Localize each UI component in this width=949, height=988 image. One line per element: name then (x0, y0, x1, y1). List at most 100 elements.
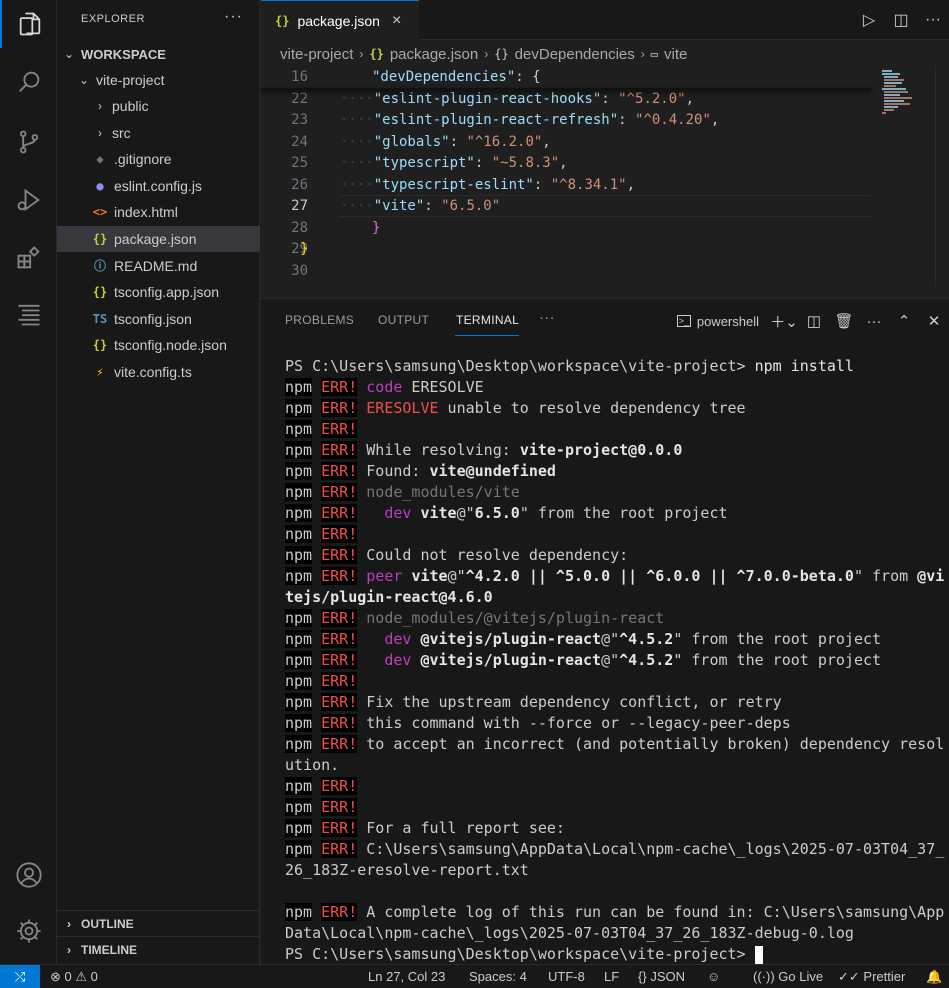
error-tag: ERR! (321, 441, 358, 459)
terminal-text: @" (447, 567, 466, 585)
file-item[interactable]: {} package.json (57, 226, 260, 252)
split-editor-icon[interactable]: ◫ (885, 10, 917, 30)
terminal-text: @vitejs/plugin-react (420, 630, 602, 648)
file-item[interactable]: ⓘ README.md (57, 253, 260, 279)
maximize-panel-icon[interactable]: ⌃ (889, 312, 919, 330)
terminal-text: ^4.2.0 || ^5.0.0 || ^6.0.0 || ^7.0.0-bet… (465, 567, 854, 585)
more-tabs-icon[interactable]: ··· (539, 309, 555, 326)
terminal-shell-selector[interactable]: >_ powershell (676, 314, 759, 329)
prettier-status[interactable]: ✓✓ Prettier (838, 969, 905, 985)
close-icon[interactable]: ✕ (919, 312, 949, 330)
file-item[interactable]: ⚡ vite.config.ts (57, 359, 260, 385)
source-control-icon[interactable] (0, 118, 57, 166)
tree-item-label: tsconfig.app.json (114, 284, 220, 301)
terminal-text: unable to resolve dependency tree (438, 399, 746, 417)
extensions-icon[interactable] (0, 234, 57, 282)
section-timeline[interactable]: › TIMELINE (57, 936, 260, 962)
terminal-text: Found: (357, 462, 430, 480)
json-key: "typescript" (373, 155, 475, 171)
split-terminal-icon[interactable]: ◫ (799, 312, 829, 330)
explorer-icon[interactable] (0, 0, 57, 48)
cursor-position[interactable]: Ln 27, Col 23 (368, 969, 445, 984)
whitespace-dots: ···· (340, 112, 374, 128)
terminal-line: npm ERR! Found: vite@undefined (285, 461, 949, 482)
more-actions-icon[interactable]: ··· (859, 313, 889, 330)
terminal-text: @" (601, 651, 620, 669)
indentation-status[interactable]: Spaces: 4 (469, 969, 527, 984)
tree-item-label: eslint.config.js (114, 177, 202, 194)
tab-problems[interactable]: PROBLEMS (285, 313, 354, 327)
npm-tag: npm (285, 441, 313, 459)
new-terminal-icon[interactable]: ＋⌄ (769, 311, 799, 332)
terminal-line: npm ERR! While resolving: vite-project@0… (285, 440, 949, 461)
terminal-text: vite@undefined (429, 462, 556, 480)
close-icon[interactable]: × (392, 12, 401, 30)
npm-tag: npm (285, 525, 313, 543)
file-item[interactable]: ● eslint.config.js (57, 173, 260, 199)
account-icon[interactable] (0, 851, 57, 899)
npm-tag: npm (285, 651, 313, 669)
file-type-icon: ◆ (96, 152, 104, 167)
npm-tag: npm (285, 714, 313, 732)
prompt-text: PS C:\Users\samsung\Desktop\workspace\vi… (285, 945, 755, 963)
minimap[interactable] (878, 68, 938, 128)
chevron-right-icon: › (640, 47, 645, 61)
folder-vite-project[interactable]: ⌄ vite-project (57, 67, 260, 93)
file-item[interactable]: TS tsconfig.json (57, 306, 260, 332)
error-tag: ERR! (321, 420, 358, 438)
tab-package-json[interactable]: {} package.json × (261, 0, 419, 40)
terminal-text: tejs/plugin-react@4.6.0 (285, 588, 493, 606)
encoding-status[interactable]: UTF-8 (548, 969, 585, 984)
bell-icon[interactable]: 🔔 (926, 969, 942, 985)
prompt-text: PS C:\Users\samsung\Desktop\workspace\vi… (285, 357, 755, 375)
settings-gear-icon[interactable] (0, 907, 57, 955)
remote-indicator-icon[interactable]: ⤭ (0, 965, 40, 988)
tab-output[interactable]: OUTPUT (378, 313, 429, 327)
colon: : (533, 176, 551, 193)
language-mode[interactable]: {} JSON (638, 969, 685, 984)
folder-item[interactable]: › src (57, 120, 260, 146)
outline-list-icon[interactable] (0, 290, 57, 338)
terminal-output[interactable]: PS C:\Users\samsung\Desktop\workspace\vi… (285, 356, 949, 965)
file-item[interactable]: {} tsconfig.app.json (57, 279, 260, 305)
folder-item[interactable]: › public (57, 93, 260, 119)
breadcrumb-item[interactable]: devDependencies (515, 46, 635, 63)
workspace-header[interactable]: ⌄ WORKSPACE (57, 41, 260, 67)
more-actions-icon[interactable]: ··· (224, 8, 243, 26)
json-value: "^8.34.1" (550, 176, 627, 193)
run-icon[interactable]: ▷ (853, 10, 885, 30)
notification-icon[interactable]: ☺ (707, 969, 720, 984)
search-icon[interactable] (0, 58, 57, 106)
file-item[interactable]: <> index.html (57, 199, 260, 225)
eol-status[interactable]: LF (604, 969, 619, 984)
code-editor[interactable]: 16 "devDependencies": {22 ····"eslint-plug… (261, 66, 949, 286)
breadcrumb-item[interactable]: package.json (390, 46, 478, 63)
more-actions-icon[interactable]: ··· (917, 11, 949, 29)
terminal-line: npm ERR! (285, 419, 949, 440)
breadcrumb-item[interactable]: vite-project (280, 46, 353, 63)
file-item[interactable]: {} tsconfig.node.json (57, 332, 260, 358)
go-live-button[interactable]: ((·)) Go Live (753, 969, 823, 984)
section-outline[interactable]: › OUTLINE (57, 910, 260, 936)
breadcrumb-item[interactable]: vite (664, 46, 687, 63)
run-debug-icon[interactable] (0, 176, 57, 224)
trash-icon[interactable]: 🗑 (829, 312, 859, 330)
file-item[interactable]: ◆ .gitignore (57, 146, 260, 172)
terminal-text: 26_183Z-eresolve-report.txt (285, 861, 529, 879)
code-text: ····"globals": "^16.2.0", (340, 134, 551, 150)
punctuation: } (300, 241, 309, 257)
error-tag: ERR! (321, 693, 358, 711)
tab-terminal[interactable]: TERMINAL (456, 313, 519, 327)
tree-item-label: tsconfig.node.json (114, 337, 227, 354)
error-tag: ERR! (321, 798, 358, 816)
editor-actions: ▷ ◫ ··· (853, 0, 949, 40)
editor-scrollbar[interactable] (935, 66, 949, 286)
string-icon: ▭ (650, 47, 658, 61)
problems-status[interactable]: ⊗ 0 ⚠ 0 (50, 969, 98, 985)
npm-tag: npm (285, 567, 313, 585)
json-value: "^0.4.20" (635, 112, 711, 128)
